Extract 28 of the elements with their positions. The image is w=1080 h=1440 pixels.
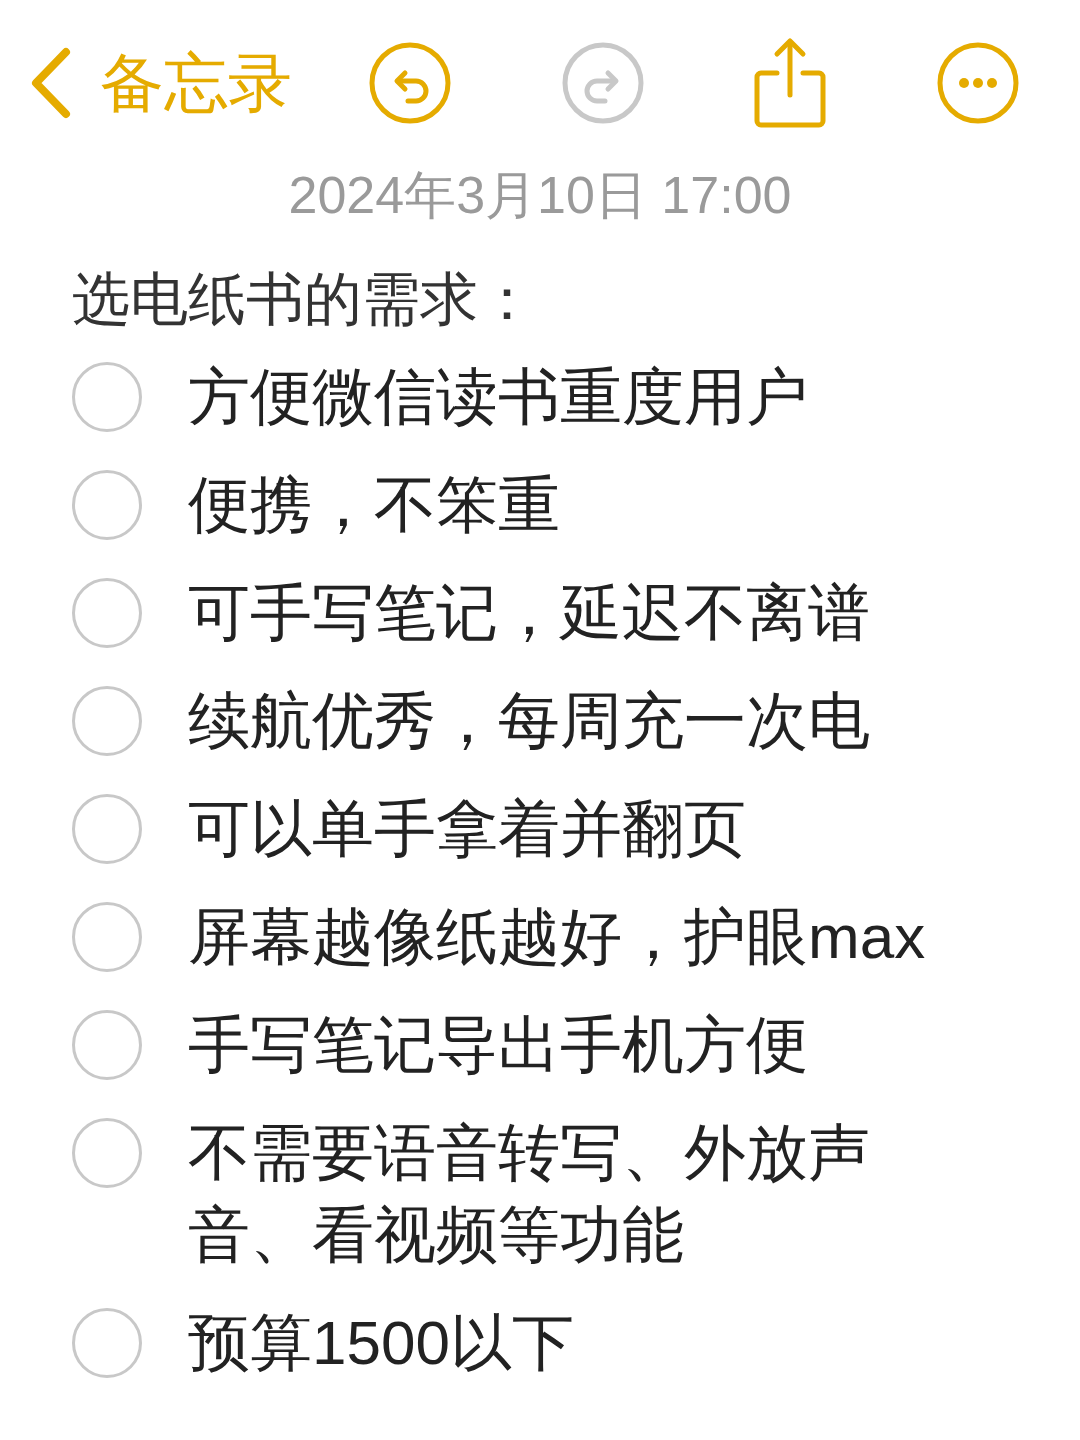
checklist-item-text: 手写笔记导出手机方便 xyxy=(188,1009,809,1081)
checkbox[interactable] xyxy=(72,1010,142,1080)
note-date: 2024年3月10日 17:00 xyxy=(288,165,792,225)
checkbox[interactable] xyxy=(72,578,142,648)
checkbox[interactable] xyxy=(72,1118,142,1188)
note-title: 选电纸书的需求： xyxy=(72,265,537,333)
checklist-item-text: 方便微信读书重度用户 xyxy=(188,361,809,433)
share-button[interactable] xyxy=(753,36,828,129)
back-button[interactable]: 备忘录 xyxy=(28,34,368,131)
checkbox[interactable] xyxy=(72,362,142,432)
checkbox[interactable] xyxy=(72,902,142,972)
more-button[interactable] xyxy=(935,40,1020,125)
more-icon xyxy=(935,40,1020,125)
redo-icon xyxy=(560,40,645,125)
checklist-item-text: 便携，不笨重 xyxy=(188,469,561,541)
checkbox[interactable] xyxy=(72,686,142,756)
checklist-item-text: 续航优秀，每周充一次电 xyxy=(188,685,871,757)
undo-icon xyxy=(368,40,452,125)
checklist-item-text: 可手写笔记，延迟不离谱 xyxy=(188,577,871,649)
checkbox[interactable] xyxy=(72,1308,142,1378)
checklist-item-text: 可以单手拿着并翻页 xyxy=(188,793,747,865)
checklist-item-text: 预算1500以下 xyxy=(188,1307,575,1379)
undo-button[interactable] xyxy=(368,40,452,125)
checkbox[interactable] xyxy=(72,470,142,540)
share-icon xyxy=(753,36,828,129)
checkbox[interactable] xyxy=(72,794,142,864)
checklist-item-text: 不需要语音转写、外放声音、看视频等功能 xyxy=(188,1117,871,1271)
checklist-item-text: 屏幕越像纸越好，护眼max xyxy=(188,901,927,973)
